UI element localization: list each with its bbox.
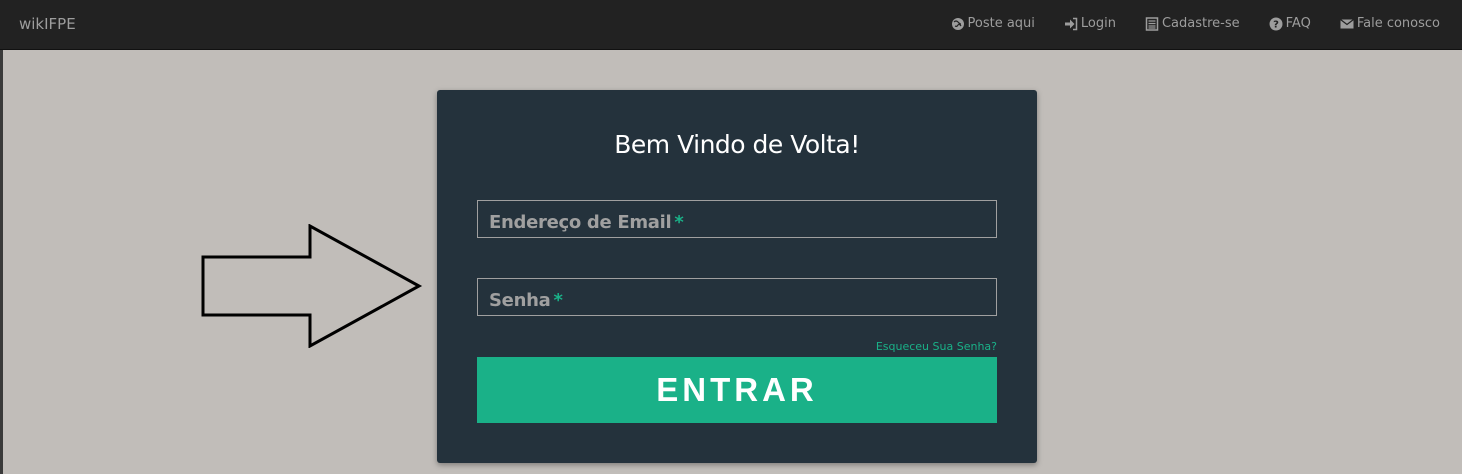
login-card: Bem Vindo de Volta! Endereço de Email * S… [437,90,1037,463]
login-title: Bem Vindo de Volta! [614,130,860,159]
nav-link-login[interactable]: Login [1064,15,1116,33]
brand-logo[interactable]: wikIFPE [19,15,76,33]
nav-link-label: Fale conosco [1356,16,1440,31]
nav-link-label: Poste aqui [967,16,1035,31]
envelope-icon [1339,17,1354,31]
login-submit-button[interactable]: ENTRAR [477,357,997,423]
nav-link-faq[interactable]: ? FAQ [1269,15,1311,33]
question-circle-icon: ? [1269,17,1283,31]
nav-link-label: FAQ [1285,16,1311,31]
email-input[interactable] [478,201,996,237]
email-field[interactable]: Endereço de Email * [477,200,997,238]
left-edge [0,50,3,474]
arrow-right-icon [201,224,423,348]
nav-links: Poste aqui Login Cadastre-se ? FAQ Fale … [922,15,1440,33]
list-alt-icon [1145,17,1159,31]
sign-in-icon [1064,17,1078,31]
nav-link-label: Cadastre-se [1161,16,1240,31]
nav-link-poste-aqui[interactable]: Poste aqui [951,15,1035,33]
nav-link-cadastre-se[interactable]: Cadastre-se [1145,15,1240,33]
globe-icon [951,17,965,31]
top-navbar: wikIFPE Poste aqui Login Cadastre-se ? F… [0,0,1462,50]
password-field[interactable]: Senha * [477,278,997,316]
nav-link-fale-conosco[interactable]: Fale conosco [1339,15,1440,33]
svg-text:?: ? [1273,20,1279,31]
password-input[interactable] [478,279,996,315]
forgot-password-link[interactable]: Esqueceu Sua Senha? [876,340,997,353]
nav-link-label: Login [1080,16,1116,31]
